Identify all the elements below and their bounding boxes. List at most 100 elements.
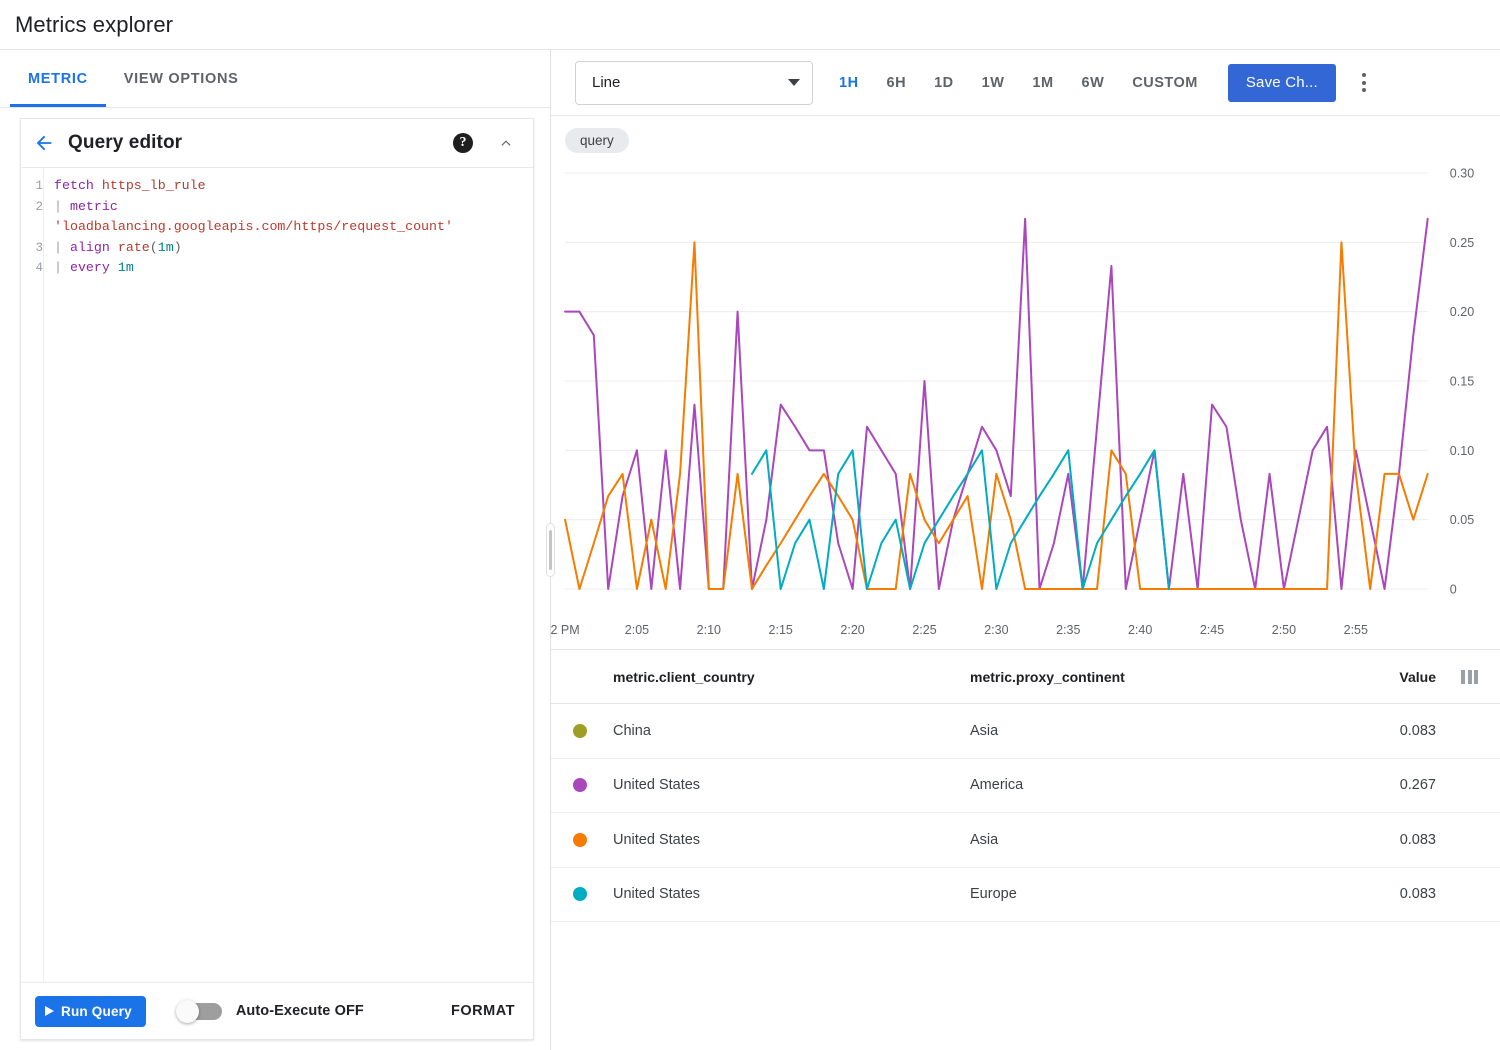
line-number: 3	[21, 238, 43, 259]
chart-y-tick-label: 0	[1450, 583, 1457, 597]
chart-x-tick-label: 2 PM	[550, 623, 579, 637]
header-value: Value	[1360, 669, 1436, 685]
help-circle-icon[interactable]: ?	[453, 133, 473, 153]
code-token	[110, 260, 118, 275]
chart-series-line	[565, 219, 1428, 589]
line-number-wrap	[21, 217, 43, 238]
columns-icon[interactable]	[1436, 670, 1478, 684]
chart-y-tick-label: 0.20	[1450, 305, 1474, 319]
play-icon	[45, 1006, 54, 1016]
code-token: |	[54, 199, 70, 214]
range-6h[interactable]: 6H	[873, 66, 921, 100]
series-color-dot	[573, 887, 587, 901]
chart-x-tick-label: 2:05	[625, 623, 649, 637]
series-color-dot	[573, 724, 587, 738]
range-1w[interactable]: 1W	[968, 66, 1019, 100]
run-query-label: Run Query	[61, 1004, 132, 1019]
query-chip-row: query	[551, 116, 1500, 164]
chart-x-tick-label: 2:15	[769, 623, 793, 637]
range-1m[interactable]: 1M	[1018, 66, 1067, 100]
code-token	[110, 240, 118, 255]
toggle-track	[178, 1003, 222, 1020]
code-line: | every 1m	[54, 258, 527, 279]
tab-metric[interactable]: METRIC	[10, 50, 106, 107]
panel-tabs: METRIC VIEW OPTIONS	[0, 50, 550, 108]
header-client-country: metric.client_country	[613, 669, 970, 685]
chart-x-tick-label: 2:25	[912, 623, 936, 637]
auto-execute-label: Auto-Execute OFF	[236, 1003, 364, 1019]
range-1h[interactable]: 1H	[825, 66, 873, 100]
code-token: (	[150, 240, 158, 255]
code-token: metric	[70, 199, 118, 214]
line-number: 4	[21, 258, 43, 279]
tab-view-options-label: VIEW OPTIONS	[124, 71, 239, 87]
code-line: fetch https_lb_rule	[54, 176, 527, 197]
table-row[interactable]: United StatesAmerica0.267	[551, 759, 1500, 814]
series-color-dot	[573, 833, 587, 847]
line-number-gutter: 1 2 3 4	[21, 168, 43, 982]
cell-proxy-continent: Asia	[970, 723, 1360, 739]
series-color-dot	[573, 778, 587, 792]
table-row[interactable]: United StatesEurope0.083	[551, 868, 1500, 923]
range-custom[interactable]: CUSTOM	[1118, 66, 1212, 100]
table-row[interactable]: ChinaAsia0.083	[551, 704, 1500, 759]
tab-metric-label: METRIC	[28, 71, 88, 87]
cell-client-country: United States	[613, 886, 970, 902]
cell-proxy-continent: Asia	[970, 832, 1360, 848]
query-actions-bar: Run Query Auto-Execute OFF FORMAT	[20, 982, 534, 1040]
query-chip[interactable]: query	[565, 128, 629, 153]
cell-proxy-continent: America	[970, 777, 1360, 793]
chart-x-tick-label: 2:50	[1272, 623, 1296, 637]
series-legend-table: metric.client_country metric.proxy_conti…	[551, 649, 1500, 1050]
title-bar: Metrics explorer	[0, 0, 1500, 49]
chart-type-value: Line	[592, 74, 788, 91]
cell-proxy-continent: Europe	[970, 886, 1360, 902]
query-code-area[interactable]: 1 2 3 4 fetch https_lb_rule| metric'load…	[21, 167, 533, 982]
query-editor-header: Query editor ?	[21, 119, 533, 167]
query-code-text[interactable]: fetch https_lb_rule| metric'loadbalancin…	[43, 168, 533, 982]
code-token: align	[70, 240, 110, 255]
metrics-explorer-app: Metrics explorer METRIC VIEW OPTIONS	[0, 0, 1500, 1050]
range-1d[interactable]: 1D	[920, 66, 968, 100]
cell-value: 0.083	[1360, 832, 1436, 848]
code-token: rate	[118, 240, 150, 255]
toggle-knob	[176, 1000, 199, 1023]
left-panel: METRIC VIEW OPTIONS Query editor ?	[0, 50, 551, 1050]
chevron-up-icon[interactable]	[491, 128, 521, 158]
query-editor-title: Query editor	[68, 132, 182, 154]
more-vert-icon[interactable]	[1346, 63, 1382, 103]
save-chart-button[interactable]: Save Ch...	[1228, 64, 1336, 102]
code-token: fetch	[54, 178, 94, 193]
auto-execute-toggle[interactable]: Auto-Execute OFF	[178, 1003, 364, 1020]
header-proxy-continent: metric.proxy_continent	[970, 669, 1360, 685]
chart-x-tick-label: 2:20	[840, 623, 864, 637]
code-token: |	[54, 260, 70, 275]
chart-y-tick-label: 0.25	[1450, 236, 1474, 250]
code-token: 1m	[158, 240, 174, 255]
chart-x-axis-labels: 2 PM2:052:102:152:202:252:302:352:402:45…	[551, 623, 1500, 643]
cell-client-country: United States	[613, 832, 970, 848]
chart-toolbar: Line 1H 6H 1D 1W 1M 6W CUSTOM Save Ch...	[551, 50, 1500, 116]
metrics-line-chart[interactable]: 0.300.250.200.150.100.050 2 PM2:052:102:…	[551, 164, 1500, 649]
run-query-button[interactable]: Run Query	[35, 996, 146, 1027]
line-number: 1	[21, 176, 43, 197]
chart-x-tick-label: 2:40	[1128, 623, 1152, 637]
chart-type-select[interactable]: Line	[575, 61, 813, 105]
format-button[interactable]: FORMAT	[447, 997, 519, 1025]
tab-view-options[interactable]: VIEW OPTIONS	[106, 50, 257, 107]
table-body: ChinaAsia0.083United StatesAmerica0.267U…	[551, 704, 1500, 922]
chart-y-tick-label: 0.30	[1450, 167, 1474, 181]
cell-client-country: United States	[613, 777, 970, 793]
code-line: | metric	[54, 197, 527, 218]
code-token: )	[174, 240, 182, 255]
arrow-left-icon[interactable]	[29, 128, 59, 158]
range-6w[interactable]: 6W	[1068, 66, 1119, 100]
query-editor-card: Query editor ? 1 2 3 4	[20, 118, 534, 982]
table-row[interactable]: United StatesAsia0.083	[551, 813, 1500, 868]
panel-splitter-handle[interactable]	[546, 523, 555, 577]
code-line: 'loadbalancing.googleapis.com/https/requ…	[54, 217, 527, 238]
page-title: Metrics explorer	[15, 12, 173, 38]
cell-value: 0.083	[1360, 886, 1436, 902]
code-token: https_lb_rule	[102, 178, 206, 193]
chevron-down-icon	[788, 79, 800, 86]
